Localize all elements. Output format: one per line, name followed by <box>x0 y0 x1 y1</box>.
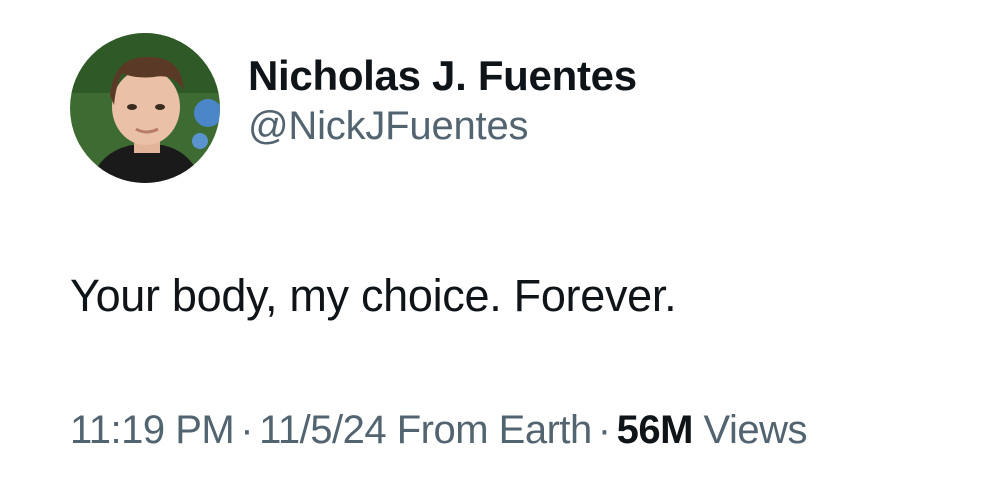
tweet: Nicholas J. Fuentes @NickJFuentes Your b… <box>0 0 1007 504</box>
tweet-source: From Earth <box>396 408 593 452</box>
tweet-header: Nicholas J. Fuentes @NickJFuentes <box>70 33 637 183</box>
meta-separator: · <box>240 408 254 452</box>
views-label: Views <box>703 408 808 452</box>
avatar[interactable] <box>70 33 220 183</box>
user-handle[interactable]: @NickJFuentes <box>248 102 637 150</box>
meta-separator: · <box>597 408 611 452</box>
display-name[interactable]: Nicholas J. Fuentes <box>248 50 637 102</box>
avatar-photo <box>70 33 220 183</box>
tweet-text: Your body, my choice. Forever. <box>70 270 677 321</box>
author-identity: Nicholas J. Fuentes @NickJFuentes <box>248 50 637 150</box>
tweet-meta: 11:19 PM · 11/5/24 From Earth · 56M Views <box>70 404 808 456</box>
tweet-date[interactable]: 11/5/24 <box>259 408 387 452</box>
tweet-time[interactable]: 11:19 PM <box>70 408 235 452</box>
views-count: 56M <box>616 408 694 452</box>
